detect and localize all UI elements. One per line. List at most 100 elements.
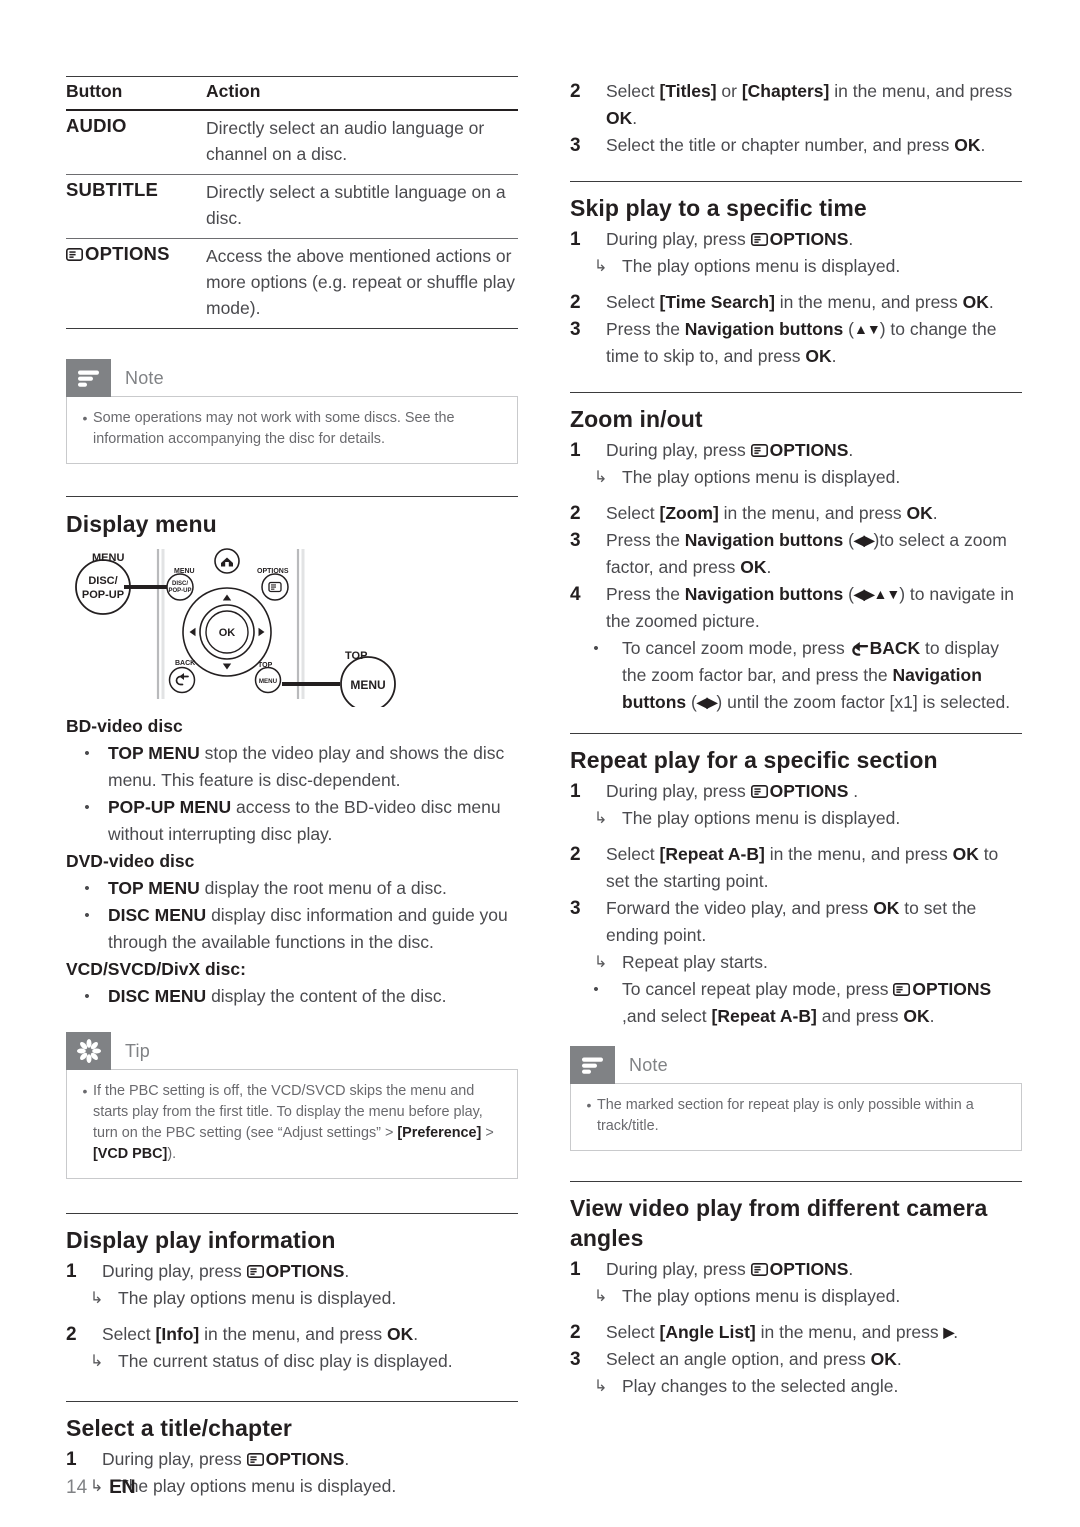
result-arrow-icon: ↳ — [594, 1288, 608, 1305]
step-text-tail: . — [344, 1261, 350, 1281]
step-menu-item: [Repeat A-B] — [659, 844, 765, 864]
step-key-ok: OK — [870, 1349, 897, 1369]
step-number: 2 — [570, 81, 581, 102]
heading-skip-play: Skip play to a specific time — [570, 195, 867, 221]
step-key-ok: OK — [962, 292, 989, 312]
bullet-glyph: • — [593, 640, 599, 657]
step-menu-item: [Time Search] — [659, 292, 775, 312]
step-nav-buttons: Navigation buttons — [684, 319, 844, 339]
result-arrow-icon: ↳ — [594, 954, 608, 971]
step-text-mid: ( — [843, 530, 854, 550]
step-text: Select — [606, 292, 660, 312]
step-text: Forward the video play, and press — [606, 898, 874, 918]
disc-group-title: VCD/SVCD/DivX disc: — [66, 959, 246, 979]
step-number: 3 — [570, 135, 581, 156]
disc-group-title: BD-video disc — [66, 716, 183, 736]
sub-bullet: • To cancel zoom mode, press BACK to dis… — [570, 635, 1022, 716]
tip-text-3: ). — [167, 1146, 177, 1162]
note-list-item: • Some operations may not work with some… — [77, 408, 503, 450]
heading-display-play-information: Display play information — [66, 1227, 336, 1253]
note-lines-icon — [66, 359, 111, 397]
note-item-text: Some operations may not work with some d… — [93, 410, 455, 447]
options-icon — [246, 1259, 264, 1278]
result-text: The play options menu is displayed. — [622, 808, 901, 828]
step: 3 Press the Navigation buttons (◀▶)to se… — [570, 527, 1022, 581]
step-text: During play, press — [606, 440, 751, 460]
step-menu-item: [Zoom] — [659, 503, 719, 523]
step: 1 During play, press OPTIONS . — [570, 778, 1022, 805]
step: 3 Select the title or chapter number, an… — [570, 132, 1022, 159]
heading-repeat-play: Repeat play for a specific section — [570, 747, 938, 773]
disc-group: BD-video disc • TOP MENU stop the video … — [66, 713, 518, 848]
bullet-text-mid2: ( — [686, 692, 697, 712]
step-text: Select — [606, 1322, 660, 1342]
note-callout-header: Note — [570, 1046, 1022, 1084]
step: 2 Select [Repeat A-B] in the menu, and p… — [570, 841, 1022, 895]
table-cell-action: Access the above mentioned actions or mo… — [206, 238, 518, 329]
step: 4 Press the Navigation buttons (◀▶▲▼) to… — [570, 581, 1022, 635]
table-bottom-rule — [66, 328, 518, 329]
svg-text:BACK: BACK — [175, 660, 195, 667]
bullet-glyph: • — [84, 988, 90, 1005]
result-text: The play options menu is displayed. — [622, 1286, 901, 1306]
step-key-ok: OK — [873, 898, 900, 918]
step-text-bold: OPTIONS — [769, 440, 849, 460]
options-icon — [750, 227, 768, 246]
column-header-action: Action — [206, 81, 261, 101]
step-number: 1 — [570, 229, 581, 250]
step: 2 Select [Info] in the menu, and press O… — [66, 1321, 518, 1348]
step-text: Select the title or chapter number, and … — [606, 135, 955, 155]
nav-arrows-icon: ◀▶ — [853, 532, 875, 548]
table-row: SUBTITLE Directly select a subtitle lang… — [66, 174, 518, 239]
step-result: ↳ Play changes to the selected angle. — [570, 1373, 1022, 1400]
tip-text-bold-2: [VCD PBC] — [93, 1146, 168, 1162]
result-text: The play options menu is displayed. — [118, 1288, 397, 1308]
step-result: ↳ The play options menu is displayed. — [66, 1285, 518, 1312]
step-text-mid: ( — [843, 584, 854, 604]
bullet-text-mid: ,and select — [622, 1006, 712, 1026]
heading-camera-angles: View video play from different camera an… — [570, 1195, 988, 1251]
result-arrow-icon: ↳ — [90, 1290, 104, 1307]
disc-term: TOP MENU — [108, 743, 200, 763]
left-column: Button Action AUDIO Directly select an a… — [66, 0, 518, 1500]
step-key-ok: OK — [906, 503, 933, 523]
result-arrow-icon: ↳ — [90, 1353, 104, 1370]
heading-display-menu: Display menu — [66, 511, 217, 537]
bullet-text-mid2: and press — [816, 1006, 904, 1026]
list-item: • TOP MENU display the root menu of a di… — [66, 875, 518, 902]
result-text: The current status of disc play is displ… — [118, 1351, 453, 1371]
step-nav-buttons: Navigation buttons — [684, 530, 844, 550]
table-cell-action: Directly select a subtitle language on a… — [206, 174, 518, 239]
note-callout-body: • The marked section for repeat play is … — [570, 1083, 1022, 1151]
step-text: During play, press — [606, 1259, 751, 1279]
step-number: 2 — [570, 292, 581, 313]
step-text: Select — [102, 1324, 156, 1344]
step: 2 Select [Titles] or [Chapters] in the m… — [570, 78, 1022, 132]
note-callout-header: Note — [66, 359, 518, 397]
step-text: During play, press — [102, 1261, 247, 1281]
tip-text-2: > — [481, 1125, 494, 1141]
result-text: Play changes to the selected angle. — [622, 1376, 899, 1396]
table-header-row: Button Action — [66, 76, 518, 110]
disc-term: POP-UP MENU — [108, 797, 232, 817]
step-result: ↳ Repeat play starts. — [570, 949, 1022, 976]
step-text-tail: . — [953, 1322, 959, 1342]
step-text-tail: . — [932, 503, 938, 523]
step-text-tail: . — [413, 1324, 419, 1344]
step-text-bold: OPTIONS — [265, 1449, 345, 1469]
result-text: The play options menu is displayed. — [118, 1476, 397, 1496]
step: 2 Select [Zoom] in the menu, and press O… — [570, 500, 1022, 527]
svg-text:MENU: MENU — [350, 678, 385, 692]
step-text-mid: in the menu, and press — [764, 844, 953, 864]
step-result: ↳ The play options menu is displayed. — [570, 464, 1022, 491]
step: 1 During play, press OPTIONS. — [570, 1256, 1022, 1283]
step-text-mid: ( — [843, 319, 854, 339]
step: 3 Forward the video play, and press OK t… — [570, 895, 1022, 949]
step-key-ok: OK — [954, 135, 981, 155]
page-language: EN — [109, 1477, 136, 1498]
bullet-glyph: • — [84, 907, 90, 924]
step-result: ↳ The current status of disc play is dis… — [66, 1348, 518, 1375]
result-arrow-icon: ↳ — [594, 1378, 608, 1395]
step: 3 Select an angle option, and press OK. — [570, 1346, 1022, 1373]
note-list-item: • The marked section for repeat play is … — [581, 1095, 1007, 1137]
